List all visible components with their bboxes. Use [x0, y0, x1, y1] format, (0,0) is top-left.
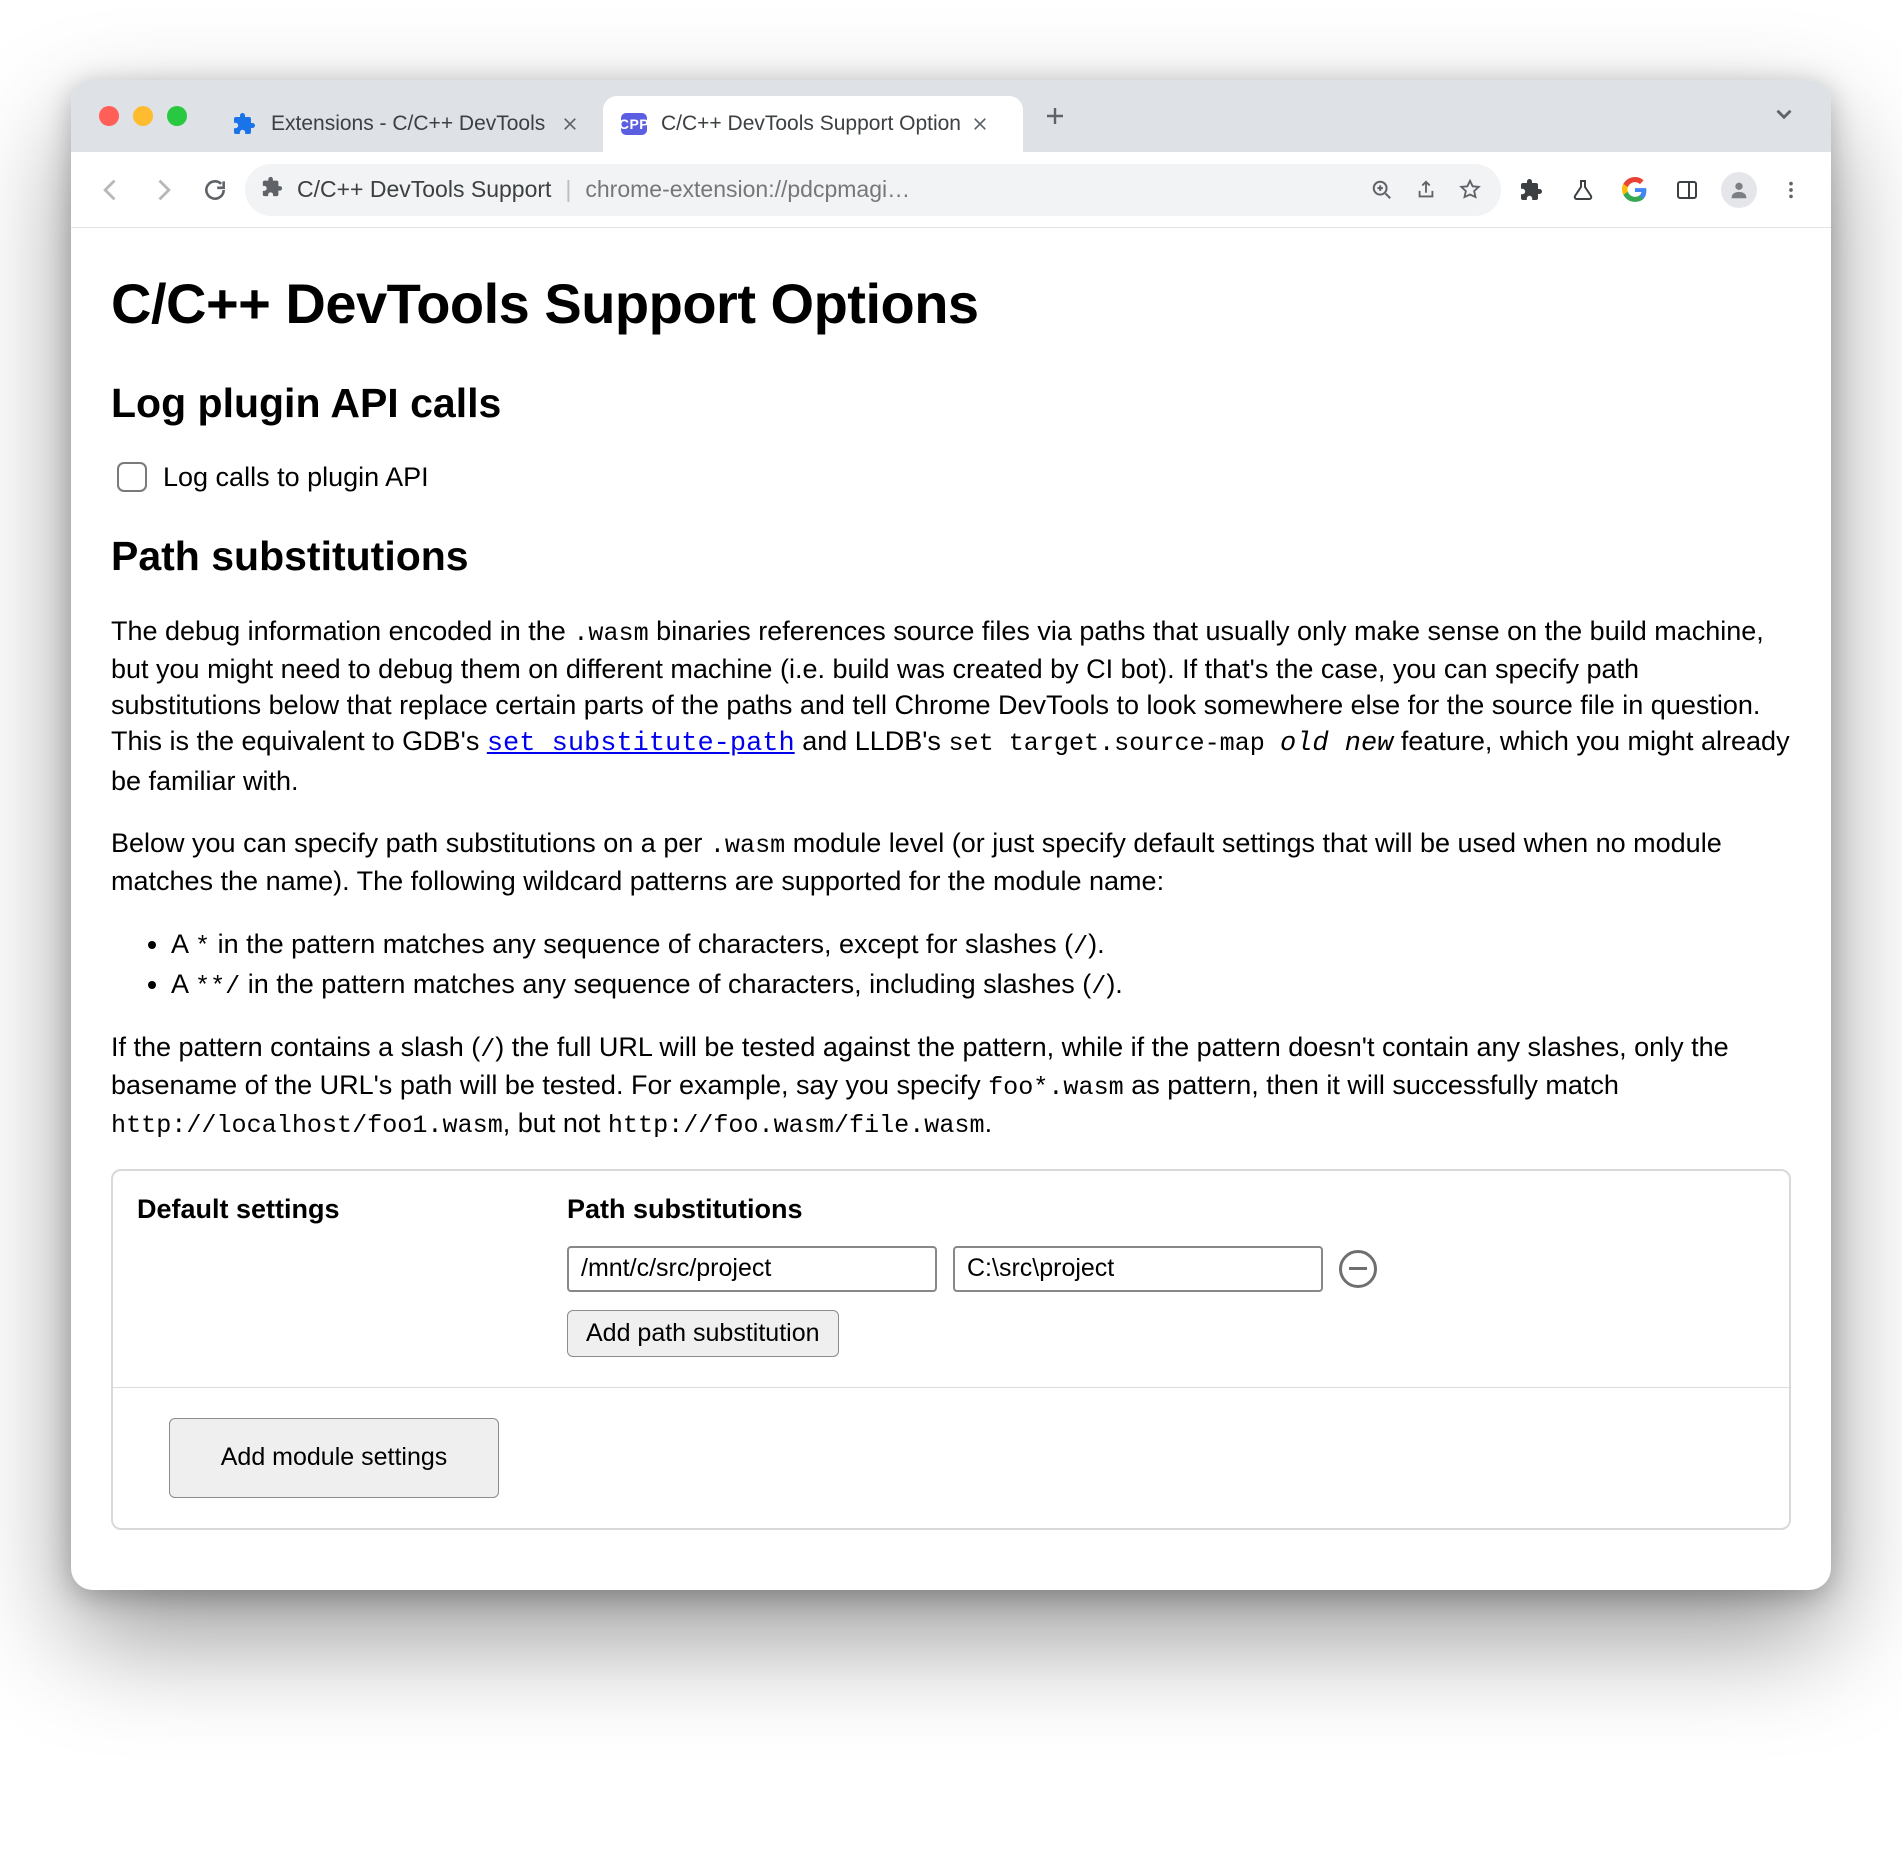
tab-devtools-options[interactable]: CPP C/C++ DevTools Support Option	[603, 96, 1023, 152]
address-bar[interactable]: C/C++ DevTools Support | chrome-extensio…	[245, 164, 1501, 216]
address-separator: |	[565, 176, 571, 203]
cpp-icon: CPP	[621, 111, 647, 137]
settings-box: Default settings Path substitutions Add …	[111, 1169, 1791, 1529]
gdb-substitute-path-link[interactable]: set substitute-path	[487, 729, 795, 759]
path-subs-heading: Path substitutions	[567, 1191, 1765, 1227]
labs-flask-icon[interactable]	[1561, 168, 1605, 212]
window-zoom-dot[interactable]	[167, 106, 187, 126]
close-icon[interactable]	[971, 115, 989, 133]
tab-title: C/C++ DevTools Support Option	[661, 112, 961, 136]
new-tab-button[interactable]	[1031, 92, 1079, 140]
page-content: C/C++ DevTools Support Options Log plugi…	[71, 228, 1831, 1590]
window-minimize-dot[interactable]	[133, 106, 153, 126]
add-substitution-button[interactable]: Add path substitution	[567, 1310, 839, 1357]
default-settings-heading: Default settings	[137, 1191, 537, 1227]
window-close-dot[interactable]	[99, 106, 119, 126]
share-icon[interactable]	[1411, 179, 1441, 201]
profile-avatar[interactable]	[1717, 168, 1761, 212]
tab-strip: Extensions - C/C++ DevTools S CPP C/C++ …	[71, 80, 1831, 152]
paths-paragraph-2: Below you can specify path substitutions…	[111, 825, 1791, 899]
side-panel-icon[interactable]	[1665, 168, 1709, 212]
kebab-menu-icon[interactable]	[1769, 168, 1813, 212]
wildcard-pattern-list: A * in the pattern matches any sequence …	[111, 926, 1791, 1004]
reload-button[interactable]	[193, 168, 237, 212]
browser-window: Extensions - C/C++ DevTools S CPP C/C++ …	[71, 80, 1831, 1590]
close-icon[interactable]	[561, 115, 579, 133]
puzzle-icon	[231, 111, 257, 137]
divider	[113, 1387, 1789, 1388]
address-extension-name: C/C++ DevTools Support	[297, 176, 551, 203]
remove-row-button[interactable]	[1339, 1250, 1377, 1288]
to-path-input[interactable]	[953, 1246, 1323, 1292]
tab-overflow-button[interactable]	[1749, 91, 1819, 142]
add-module-settings-button[interactable]: Add module settings	[169, 1418, 499, 1498]
list-item: A * in the pattern matches any sequence …	[171, 926, 1791, 964]
log-api-calls-checkbox[interactable]	[117, 462, 147, 492]
zoom-icon[interactable]	[1367, 179, 1397, 201]
substitution-row	[567, 1246, 1765, 1292]
paths-paragraph-3: If the pattern contains a slash (/) the …	[111, 1029, 1791, 1143]
log-api-calls-label: Log calls to plugin API	[163, 459, 429, 495]
google-g-icon[interactable]	[1613, 168, 1657, 212]
minus-icon	[1349, 1267, 1367, 1270]
bookmark-star-icon[interactable]	[1455, 179, 1485, 201]
forward-button[interactable]	[141, 168, 185, 212]
back-button[interactable]	[89, 168, 133, 212]
address-url: chrome-extension://pdcpmagi…	[585, 176, 910, 203]
tab-title: Extensions - C/C++ DevTools S	[271, 112, 551, 136]
window-traffic-lights	[99, 106, 187, 126]
section-heading-paths: Path substitutions	[111, 529, 1791, 584]
extensions-button[interactable]	[1509, 168, 1553, 212]
browser-toolbar: C/C++ DevTools Support | chrome-extensio…	[71, 152, 1831, 228]
paths-paragraph-1: The debug information encoded in the .wa…	[111, 613, 1791, 800]
extension-puzzle-icon	[261, 176, 283, 204]
from-path-input[interactable]	[567, 1246, 937, 1292]
section-heading-log: Log plugin API calls	[111, 376, 1791, 431]
tab-extensions[interactable]: Extensions - C/C++ DevTools S	[213, 96, 603, 152]
page-title: C/C++ DevTools Support Options	[111, 266, 1791, 342]
list-item: A **/ in the pattern matches any sequenc…	[171, 966, 1791, 1004]
